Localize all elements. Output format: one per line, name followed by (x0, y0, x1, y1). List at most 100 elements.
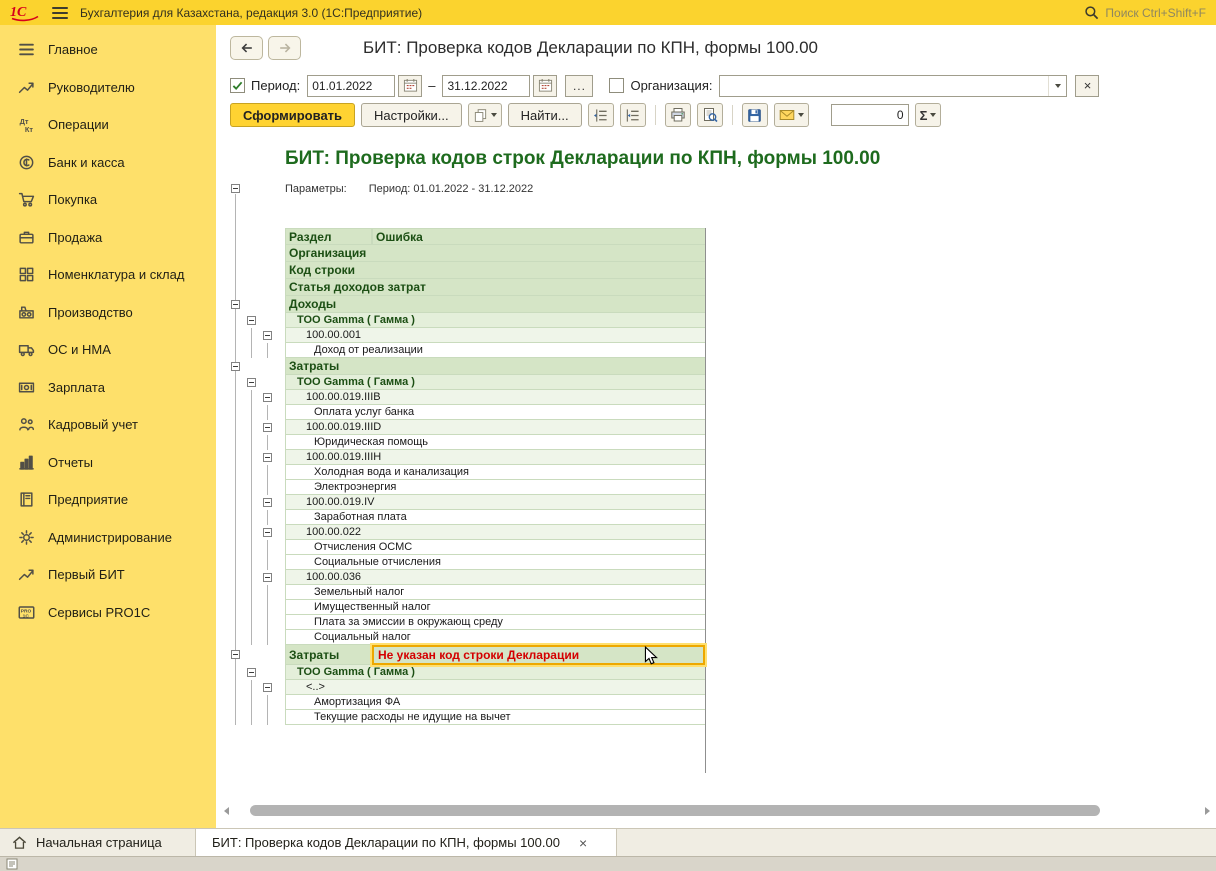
tree-collapse-box[interactable] (263, 331, 272, 340)
report-cell[interactable]: Амортизация ФА (285, 695, 705, 710)
counter-field[interactable] (831, 104, 909, 126)
report-cell[interactable]: <..> (285, 680, 705, 695)
generate-button[interactable]: Сформировать (230, 103, 355, 127)
tree-collapse-box[interactable] (263, 393, 272, 402)
sidebar-item-pokupka[interactable]: Покупка (0, 181, 216, 219)
report-cell[interactable]: Электроэнергия (285, 480, 705, 495)
column-header-oshibka[interactable]: Ошибка (372, 228, 705, 245)
tab-close-icon[interactable]: × (579, 835, 587, 851)
sum-button[interactable]: Σ (915, 103, 942, 127)
scroll-right-arrow[interactable] (1205, 807, 1210, 815)
report-cell[interactable]: 100.00.019.IIID (285, 420, 705, 435)
scroll-left-arrow[interactable] (224, 807, 229, 815)
sidebar-item-os-i-nma[interactable]: ОС и НМА (0, 331, 216, 369)
sidebar-item-otchety[interactable]: Отчеты (0, 444, 216, 482)
organization-checkbox[interactable] (609, 78, 624, 93)
sidebar-item-administrirovanie[interactable]: Администрирование (0, 519, 216, 557)
report-cell[interactable]: 100.00.036 (285, 570, 705, 585)
organization-dropdown-icon[interactable] (1048, 76, 1066, 96)
settings-button[interactable]: Настройки... (361, 103, 462, 127)
report-cell[interactable]: Отчисления ОСМС (285, 540, 705, 555)
report-cell[interactable]: Затраты (285, 645, 372, 665)
report-collapse-box[interactable] (231, 184, 240, 193)
tree-collapse-box[interactable] (247, 316, 256, 325)
report-cell[interactable]: ТОО Gamma ( Гамма ) (285, 375, 705, 390)
header-cell-statya[interactable]: Статья доходов затрат (285, 279, 705, 296)
report-cell[interactable]: Заработная плата (285, 510, 705, 525)
report-cell[interactable]: Юридическая помощь (285, 435, 705, 450)
report-row: Социальные отчисления (216, 555, 1216, 570)
back-button[interactable] (230, 36, 263, 60)
period-checkbox[interactable] (230, 78, 245, 93)
period-more-button[interactable]: ... (565, 75, 593, 97)
date-to-calendar-button[interactable] (533, 75, 557, 97)
report-cell[interactable]: Доходы (285, 296, 705, 313)
tree-collapse-box[interactable] (263, 423, 272, 432)
report-cell[interactable]: Социальные отчисления (285, 555, 705, 570)
sidebar-item-kadrovyj-uchet[interactable]: Кадровый учет (0, 406, 216, 444)
tree-collapse-box[interactable] (231, 650, 240, 659)
organization-clear-button[interactable]: × (1075, 75, 1099, 97)
date-from-calendar-button[interactable] (398, 75, 422, 97)
tree-collapse-box[interactable] (263, 528, 272, 537)
tree-collapse-box[interactable] (231, 362, 240, 371)
tab-report[interactable]: БИТ: Проверка кодов Декларации по КПН, ф… (196, 829, 617, 856)
sidebar-item-predpriyatie[interactable]: Предприятие (0, 481, 216, 519)
report-cell[interactable]: Земельный налог (285, 585, 705, 600)
date-to-input[interactable] (442, 75, 530, 97)
print-button[interactable] (665, 103, 691, 127)
report-cell[interactable]: Затраты (285, 358, 705, 375)
column-header-razdel[interactable]: Раздел (285, 228, 372, 245)
tab-home[interactable]: Начальная страница (0, 829, 196, 856)
tree-collapse-box[interactable] (263, 498, 272, 507)
report-cell[interactable]: Текущие расходы не идущие на вычет (285, 710, 705, 725)
scrollbar-thumb[interactable] (250, 805, 1100, 816)
tree-gutter (216, 495, 285, 510)
header-cell-kod-stroki[interactable]: Код строки (285, 262, 705, 279)
sidebar-item-rukovoditelyu[interactable]: Руководителю (0, 69, 216, 107)
sidebar-item-prodazha[interactable]: Продажа (0, 219, 216, 257)
collapse-groups-button[interactable] (588, 103, 614, 127)
tree-collapse-box[interactable] (263, 683, 272, 692)
tree-collapse-box[interactable] (263, 573, 272, 582)
sidebar-item-bank-i-kassa[interactable]: Банк и касса (0, 144, 216, 182)
main-menu-icon[interactable] (52, 7, 68, 19)
global-search[interactable]: Поиск Ctrl+Shift+F (1084, 5, 1206, 20)
copy-dropdown-button[interactable] (468, 103, 502, 127)
horizontal-scrollbar[interactable] (224, 804, 1210, 817)
report-cell[interactable]: 100.00.022 (285, 525, 705, 540)
sidebar-item-nomenklatura-i-sklad[interactable]: Номенклатура и склад (0, 256, 216, 294)
sidebar-item-servisy-pro1c[interactable]: PRO1ССервисы PRO1C (0, 594, 216, 632)
report-cell[interactable]: Оплата услуг банка (285, 405, 705, 420)
report-cell[interactable]: 100.00.001 (285, 328, 705, 343)
report-cell[interactable]: 100.00.019.IIIH (285, 450, 705, 465)
forward-button[interactable] (268, 36, 301, 60)
sidebar-item-proizvodstvo[interactable]: Производство (0, 294, 216, 332)
organization-combobox[interactable] (719, 75, 1067, 97)
tree-gutter (216, 420, 285, 435)
report-cell[interactable]: Холодная вода и канализация (285, 465, 705, 480)
find-button[interactable]: Найти... (508, 103, 582, 127)
sidebar-item-pervyj-bit[interactable]: Первый БИТ (0, 556, 216, 594)
report-cell[interactable]: Имущественный налог (285, 600, 705, 615)
print-preview-button[interactable] (697, 103, 723, 127)
sidebar-item-operacii[interactable]: ДтКтОперации (0, 106, 216, 144)
report-cell[interactable]: Социальный налог (285, 630, 705, 645)
tree-collapse-box[interactable] (247, 378, 256, 387)
report-cell[interactable]: Плата за эмиссии в окружающ среду (285, 615, 705, 630)
header-cell-organization[interactable]: Организация (285, 245, 705, 262)
save-button[interactable] (742, 103, 768, 127)
report-cell[interactable]: 100.00.019.IIIB (285, 390, 705, 405)
expand-groups-button[interactable] (620, 103, 646, 127)
tree-collapse-box[interactable] (231, 300, 240, 309)
report-cell[interactable]: 100.00.019.IV (285, 495, 705, 510)
mail-button[interactable] (774, 103, 809, 127)
sidebar-item-zarplata[interactable]: Зарплата (0, 369, 216, 407)
tree-collapse-box[interactable] (263, 453, 272, 462)
date-from-input[interactable] (307, 75, 395, 97)
report-cell[interactable]: Доход от реализации (285, 343, 705, 358)
tree-collapse-box[interactable] (247, 668, 256, 677)
sidebar-item-glavnoe[interactable]: Главное (0, 31, 216, 69)
report-cell[interactable]: ТОО Gamma ( Гамма ) (285, 313, 705, 328)
report-cell[interactable]: ТОО Gamma ( Гамма ) (285, 665, 705, 680)
